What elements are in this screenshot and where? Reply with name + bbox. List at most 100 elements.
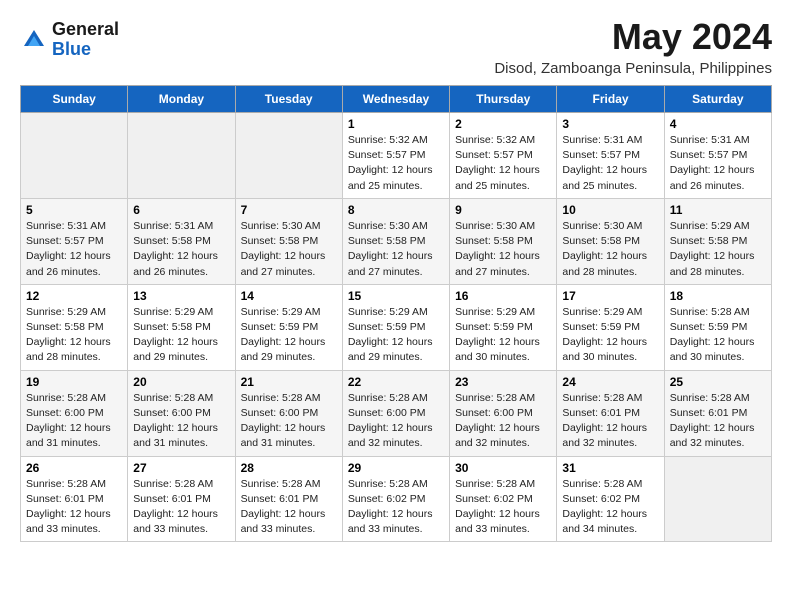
day-number: 13 [133,289,229,303]
cell-info: Sunrise: 5:28 AMSunset: 6:01 PMDaylight:… [241,477,337,538]
cell-info: Sunrise: 5:28 AMSunset: 6:02 PMDaylight:… [348,477,444,538]
cell-info: Sunrise: 5:29 AMSunset: 5:59 PMDaylight:… [348,305,444,366]
calendar-cell: 14Sunrise: 5:29 AMSunset: 5:59 PMDayligh… [235,284,342,370]
cell-info: Sunrise: 5:30 AMSunset: 5:58 PMDaylight:… [241,219,337,280]
cell-content: 19Sunrise: 5:28 AMSunset: 6:00 PMDayligh… [26,375,122,452]
cell-content: 11 Sunrise: 5:29 AMSunset: 5:58 PMDayligh… [670,203,766,280]
day-number: 7 [241,203,337,217]
cell-content: 13 Sunrise: 5:29 AMSunset: 5:58 PMDayligh… [133,289,229,366]
day-number: 16 [455,289,551,303]
header: General Blue May 2024 Disod, Zamboanga P… [20,16,772,77]
location-subtitle: Disod, Zamboanga Peninsula, Philippines [494,60,772,77]
calendar-cell: 7 Sunrise: 5:30 AMSunset: 5:58 PMDaylight… [235,198,342,284]
calendar-cell [664,456,771,542]
cell-content: 15 Sunrise: 5:29 AMSunset: 5:59 PMDayligh… [348,289,444,366]
day-number: 15 [348,289,444,303]
calendar-day-header: Monday [128,86,235,113]
day-number: 3 [562,117,658,131]
day-number: 28 [241,461,337,475]
calendar-week-row: 12 Sunrise: 5:29 AMSunset: 5:58 PMDayligh… [21,284,772,370]
cell-info: Sunrise: 5:28 AMSunset: 6:00 PMDaylight:… [455,391,551,452]
cell-content: 17Sunrise: 5:29 AMSunset: 5:59 PMDayligh… [562,289,658,366]
day-number: 30 [455,461,551,475]
calendar-cell: 27 Sunrise: 5:28 AMSunset: 6:01 PMDayligh… [128,456,235,542]
cell-content: 23 Sunrise: 5:28 AMSunset: 6:00 PMDayligh… [455,375,551,452]
cell-content: 21Sunrise: 5:28 AMSunset: 6:00 PMDayligh… [241,375,337,452]
day-number: 5 [26,203,122,217]
cell-info: Sunrise: 5:28 AMSunset: 6:01 PMDaylight:… [26,477,122,538]
calendar-cell [21,113,128,199]
day-number: 6 [133,203,229,217]
calendar-cell: 31Sunrise: 5:28 AMSunset: 6:02 PMDayligh… [557,456,664,542]
day-number: 29 [348,461,444,475]
calendar-week-row: 26 Sunrise: 5:28 AMSunset: 6:01 PMDayligh… [21,456,772,542]
calendar-day-header: Friday [557,86,664,113]
cell-content: 20Sunrise: 5:28 AMSunset: 6:00 PMDayligh… [133,375,229,452]
calendar-cell: 26 Sunrise: 5:28 AMSunset: 6:01 PMDayligh… [21,456,128,542]
calendar-cell [128,113,235,199]
calendar-cell: 25Sunrise: 5:28 AMSunset: 6:01 PMDayligh… [664,370,771,456]
calendar-cell: 6 Sunrise: 5:31 AMSunset: 5:58 PMDaylight… [128,198,235,284]
calendar-cell: 22 Sunrise: 5:28 AMSunset: 6:00 PMDayligh… [342,370,449,456]
calendar-day-header: Saturday [664,86,771,113]
title-block: May 2024 Disod, Zamboanga Peninsula, Phi… [494,16,772,77]
cell-info: Sunrise: 5:28 AMSunset: 6:00 PMDaylight:… [133,391,229,452]
cell-content: 27 Sunrise: 5:28 AMSunset: 6:01 PMDayligh… [133,461,229,538]
calendar-cell: 12 Sunrise: 5:29 AMSunset: 5:58 PMDayligh… [21,284,128,370]
calendar-cell: 10Sunrise: 5:30 AMSunset: 5:58 PMDayligh… [557,198,664,284]
cell-info: Sunrise: 5:29 AMSunset: 5:58 PMDaylight:… [670,219,766,280]
cell-info: Sunrise: 5:29 AMSunset: 5:58 PMDaylight:… [133,305,229,366]
cell-content: 28 Sunrise: 5:28 AMSunset: 6:01 PMDayligh… [241,461,337,538]
cell-info: Sunrise: 5:30 AMSunset: 5:58 PMDaylight:… [455,219,551,280]
day-number: 11 [670,203,766,217]
logo-text: General Blue [52,20,119,60]
cell-info: Sunrise: 5:28 AMSunset: 6:02 PMDaylight:… [455,477,551,538]
calendar-cell: 17Sunrise: 5:29 AMSunset: 5:59 PMDayligh… [557,284,664,370]
cell-info: Sunrise: 5:28 AMSunset: 6:01 PMDaylight:… [670,391,766,452]
day-number: 23 [455,375,551,389]
calendar-day-header: Thursday [450,86,557,113]
day-number: 8 [348,203,444,217]
calendar-cell: 23 Sunrise: 5:28 AMSunset: 6:00 PMDayligh… [450,370,557,456]
logo-general: General [52,20,119,40]
calendar-day-header: Tuesday [235,86,342,113]
calendar-day-header: Wednesday [342,86,449,113]
calendar-cell: 20Sunrise: 5:28 AMSunset: 6:00 PMDayligh… [128,370,235,456]
cell-info: Sunrise: 5:28 AMSunset: 6:01 PMDaylight:… [133,477,229,538]
cell-content: 8 Sunrise: 5:30 AMSunset: 5:58 PMDaylight… [348,203,444,280]
cell-content: 3Sunrise: 5:31 AMSunset: 5:57 PMDaylight… [562,117,658,194]
calendar-table: SundayMondayTuesdayWednesdayThursdayFrid… [20,85,772,542]
cell-info: Sunrise: 5:28 AMSunset: 6:01 PMDaylight:… [562,391,658,452]
calendar-cell: 13 Sunrise: 5:29 AMSunset: 5:58 PMDayligh… [128,284,235,370]
cell-info: Sunrise: 5:30 AMSunset: 5:58 PMDaylight:… [562,219,658,280]
day-number: 18 [670,289,766,303]
cell-content: 4Sunrise: 5:31 AMSunset: 5:57 PMDaylight… [670,117,766,194]
day-number: 2 [455,117,551,131]
cell-info: Sunrise: 5:29 AMSunset: 5:59 PMDaylight:… [562,305,658,366]
cell-content: 1Sunrise: 5:32 AMSunset: 5:57 PMDaylight… [348,117,444,194]
calendar-cell: 5Sunrise: 5:31 AMSunset: 5:57 PMDaylight… [21,198,128,284]
calendar-cell: 4Sunrise: 5:31 AMSunset: 5:57 PMDaylight… [664,113,771,199]
calendar-cell: 3Sunrise: 5:31 AMSunset: 5:57 PMDaylight… [557,113,664,199]
day-number: 19 [26,375,122,389]
calendar-cell: 18Sunrise: 5:28 AMSunset: 5:59 PMDayligh… [664,284,771,370]
calendar-cell: 16Sunrise: 5:29 AMSunset: 5:59 PMDayligh… [450,284,557,370]
cell-info: Sunrise: 5:28 AMSunset: 6:00 PMDaylight:… [348,391,444,452]
cell-info: Sunrise: 5:32 AMSunset: 5:57 PMDaylight:… [455,133,551,194]
cell-content: 29 Sunrise: 5:28 AMSunset: 6:02 PMDayligh… [348,461,444,538]
cell-info: Sunrise: 5:30 AMSunset: 5:58 PMDaylight:… [348,219,444,280]
day-number: 27 [133,461,229,475]
calendar-cell: 19Sunrise: 5:28 AMSunset: 6:00 PMDayligh… [21,370,128,456]
cell-info: Sunrise: 5:28 AMSunset: 6:02 PMDaylight:… [562,477,658,538]
cell-info: Sunrise: 5:29 AMSunset: 5:58 PMDaylight:… [26,305,122,366]
day-number: 22 [348,375,444,389]
day-number: 26 [26,461,122,475]
cell-info: Sunrise: 5:31 AMSunset: 5:58 PMDaylight:… [133,219,229,280]
cell-content: 9 Sunrise: 5:30 AMSunset: 5:58 PMDaylight… [455,203,551,280]
cell-content: 18Sunrise: 5:28 AMSunset: 5:59 PMDayligh… [670,289,766,366]
calendar-week-row: 19 Sunrise: 5:28 AMSunset: 6:00 PMDayligh… [21,370,772,456]
logo: General Blue [20,20,119,60]
day-number: 9 [455,203,551,217]
calendar-week-row: 5Sunrise: 5:31 AMSunset: 5:57 PMDaylight… [21,198,772,284]
day-number: 12 [26,289,122,303]
